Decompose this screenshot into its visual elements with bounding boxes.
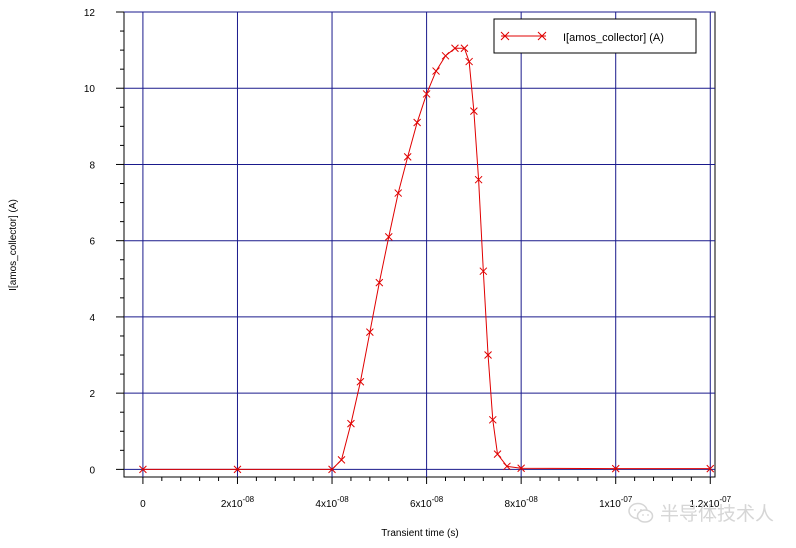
legend[interactable]: I[amos_collector] (A) — [493, 18, 697, 54]
x-tick-label: 0 — [140, 499, 146, 510]
x-tick-label: 2x10-08 — [221, 495, 255, 510]
y-tick-label: 4 — [89, 313, 95, 324]
y-tick-label: 10 — [84, 84, 96, 95]
x-axis-label: Transient time (s) — [381, 528, 458, 539]
watermark: 半导体技术人 — [628, 499, 774, 526]
y-tick-label: 2 — [89, 389, 95, 400]
x-tick-label: 8x10-08 — [505, 495, 539, 510]
watermark-text: 半导体技术人 — [659, 503, 774, 525]
wechat-icon — [628, 502, 654, 523]
y-tick-label: 12 — [84, 8, 96, 19]
x-tick-label: 6x10-08 — [410, 495, 444, 510]
legend-label: I[amos_collector] (A) — [563, 32, 664, 44]
y-tick-label: 0 — [89, 465, 95, 476]
plot-area — [123, 11, 716, 478]
y-tick-label: 6 — [89, 237, 95, 248]
chart: 0 2x10-08 4x10-08 6x10-08 8x10-08 1x10-07 1.2x… — [8, 8, 732, 539]
y-axis-label: I[amos_collector] (A) — [8, 199, 19, 291]
y-tick-labels: 0 2 4 6 8 10 12 — [84, 8, 96, 476]
y-tick-label: 8 — [89, 160, 95, 171]
x-tick-label: 4x10-08 — [315, 495, 349, 510]
